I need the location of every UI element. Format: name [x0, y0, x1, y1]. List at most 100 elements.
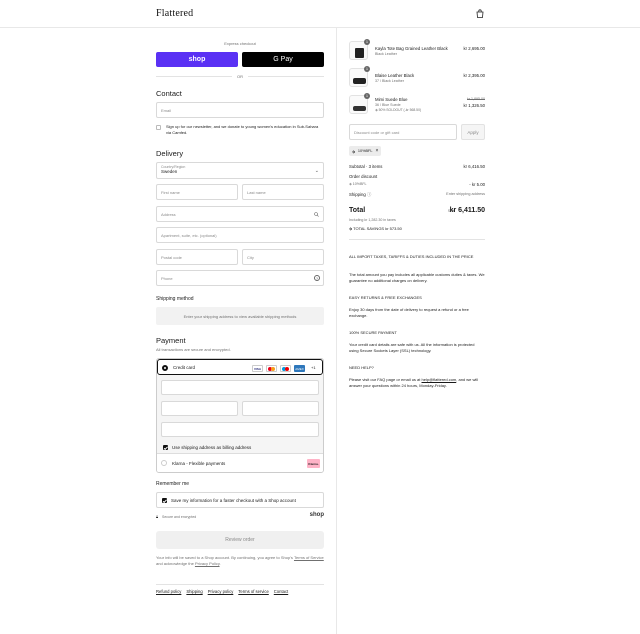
maestro-icon — [280, 365, 291, 372]
card-name-field[interactable] — [161, 422, 319, 437]
apply-button[interactable]: Apply — [461, 124, 485, 140]
applied-code-text: 10%BFL — [357, 149, 373, 153]
country-select[interactable]: Country/Region Sweden ⌄ — [156, 162, 324, 179]
address-field[interactable]: Address — [156, 206, 324, 222]
item-variant: Black Leather — [375, 52, 397, 56]
subtotal-label: Subtotal · 3 items — [349, 164, 383, 169]
tag-icon: ⬗ — [349, 226, 353, 231]
item-variant: 36 / Blue Suede — [375, 103, 401, 107]
apply-label: Apply — [467, 129, 479, 135]
shipping-link[interactable]: Shipping — [186, 589, 202, 594]
terms-link[interactable]: Terms of Service — [294, 555, 324, 560]
city-placeholder: City — [247, 254, 254, 260]
cart-item: 1 Blaise Leather Black 37 / Black Leathe… — [349, 66, 485, 88]
item-discount: ⬗ 50% SOLDOUT (-kr 568.50) — [375, 108, 421, 112]
remember-me-title: Remember me — [156, 481, 190, 487]
card-expiry-field[interactable] — [161, 401, 238, 416]
postal-code-field[interactable]: Postal code — [156, 249, 238, 265]
info-body: Enjoy 30 days from the date of delivery … — [349, 307, 469, 318]
help-email-link[interactable]: help@flattered.com — [422, 377, 457, 382]
amex-icon: AMEX — [294, 365, 305, 372]
total-savings-text: TOTAL SAVINGS kr 573.50 — [353, 226, 402, 231]
newsletter-label: Sign up for our newsletter, and we donat… — [166, 124, 319, 135]
legal-and: and acknowledge the — [156, 561, 194, 566]
apartment-field[interactable]: Apartment, suite, etc. (optional) — [156, 227, 324, 243]
quantity-badge: 1 — [364, 93, 370, 99]
credit-card-radio[interactable] — [162, 365, 168, 371]
item-variant: 37 / Black Leather — [375, 79, 404, 83]
terms-of-service-link[interactable]: Terms of service — [238, 589, 268, 594]
taxes-note: Including kr 1,282.30 in taxes — [349, 218, 396, 222]
express-checkout-label: Express checkout — [224, 41, 256, 46]
payment-subtitle: All transactions are secure and encrypte… — [156, 347, 231, 352]
brand-logo[interactable]: Flattered — [156, 8, 193, 19]
help-icon[interactable]: ? — [314, 275, 320, 281]
applied-code-tag: ⬗ 10%BFL × — [349, 146, 382, 156]
item-price: kr 1,326.50 — [463, 103, 486, 108]
shop-pay-label: shop — [188, 56, 206, 63]
visa-icon: VISA — [252, 365, 263, 372]
billing-same-checkbox[interactable] — [163, 445, 168, 450]
save-info-checkbox[interactable] — [162, 498, 167, 503]
shop-pay-button[interactable]: shop — [156, 52, 238, 67]
info-body: Your credit card details are safe with u… — [349, 342, 475, 353]
quantity-badge: 1 — [364, 66, 370, 72]
contact-link[interactable]: Contact — [274, 589, 288, 594]
last-name-field[interactable]: Last name — [242, 184, 324, 200]
privacy-link[interactable]: Privacy Policy — [195, 561, 220, 566]
order-discount-label: Order discount — [349, 174, 378, 179]
card-number-field[interactable] — [161, 380, 319, 395]
chevron-down-icon: ⌄ — [314, 168, 319, 174]
klarna-label: Klarna - Flexible payments — [172, 461, 226, 466]
google-pay-button[interactable]: G Pay — [242, 52, 324, 67]
city-field[interactable]: City — [242, 249, 324, 265]
discount-code-placeholder: Discount code or gift card — [354, 129, 400, 135]
item-name: Kayla Tote Bag Grained Leather Black — [375, 46, 448, 51]
shopping-bag-icon[interactable] — [476, 9, 484, 18]
tag-icon: ⬗ — [349, 182, 352, 186]
apartment-placeholder: Apartment, suite, etc. (optional) — [161, 232, 217, 238]
info-heading: NEED HELP? — [349, 365, 374, 370]
help-icon[interactable]: ⓘ — [367, 192, 371, 197]
email-field[interactable]: Email — [156, 102, 324, 118]
klarna-option[interactable]: Klarna - Flexible payments Klarna. — [157, 453, 323, 472]
item-name: Mimi Suede Blue — [375, 97, 408, 102]
credit-card-option[interactable]: Credit card VISA AMEX +1 — [157, 359, 323, 375]
discount-code-field[interactable]: Discount code or gift card — [349, 124, 457, 140]
site-header: Flattered — [0, 0, 640, 28]
summary-divider — [349, 239, 485, 240]
review-order-button[interactable]: Review order — [156, 531, 324, 549]
search-icon — [314, 212, 319, 217]
divider-right — [248, 76, 324, 77]
shipping-value: Enter shipping address — [446, 192, 485, 196]
email-placeholder: Email — [161, 107, 172, 113]
save-info-box[interactable]: Save my information for a faster checkou… — [156, 492, 324, 508]
help-text: Please visit our FAQ page or email us at — [349, 377, 421, 382]
shipping-notice: Enter your shipping address to view avai… — [156, 307, 324, 325]
first-name-field[interactable]: First name — [156, 184, 238, 200]
info-heading: EASY RETURNS & FREE EXCHANGES — [349, 295, 422, 300]
footer-links: Refund policy Shipping Privacy policy Te… — [156, 589, 288, 594]
info-heading: ALL IMPORT TAXES, TARIFFS & DUTIES INCLU… — [349, 254, 474, 259]
klarna-radio[interactable] — [161, 460, 167, 466]
newsletter-checkbox[interactable] — [156, 125, 161, 130]
order-discount-code: ⬗ 10%BFL — [349, 182, 367, 186]
delivery-title: Delivery — [156, 149, 184, 158]
order-discount-code-text: 10%BFL — [352, 182, 367, 186]
refund-policy-link[interactable]: Refund policy — [156, 589, 181, 594]
klarna-badge: Klarna. — [307, 459, 320, 468]
save-info-label: Save my information for a faster checkou… — [171, 498, 296, 503]
lock-icon: 🔒︎ — [156, 514, 159, 519]
info-body: The total amount you pay includes all ap… — [349, 272, 485, 283]
more-cards-count: +1 — [311, 365, 316, 370]
phone-field[interactable]: Phone ? — [156, 270, 324, 286]
card-cvc-field[interactable] — [242, 401, 319, 416]
privacy-policy-link[interactable]: Privacy policy — [208, 589, 234, 594]
divider-left — [156, 76, 232, 77]
close-icon[interactable]: × — [376, 148, 379, 154]
quantity-badge: 1 — [364, 39, 370, 45]
contact-title: Contact — [156, 89, 182, 98]
credit-card-label: Credit card — [173, 365, 196, 370]
shipping-label-text: Shipping — [349, 192, 366, 197]
shipping-method-title: Shipping method — [156, 296, 194, 302]
